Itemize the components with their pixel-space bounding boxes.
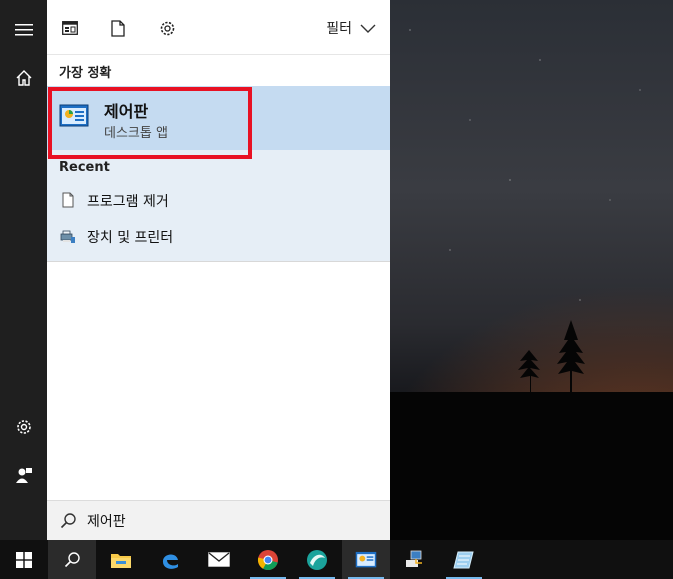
- taskbar-mail[interactable]: [195, 540, 243, 579]
- hamburger-icon: [14, 24, 33, 36]
- document-icon: [62, 192, 74, 208]
- gear-icon: [160, 21, 174, 35]
- taskbar-chrome[interactable]: [244, 540, 292, 579]
- search-box[interactable]: 제어판: [47, 500, 390, 541]
- windows-logo-icon: [16, 551, 32, 568]
- taskbar-file-explorer[interactable]: [97, 540, 145, 579]
- filter-dropdown[interactable]: 필터: [326, 18, 376, 38]
- search-icon: [60, 513, 76, 529]
- wallpaper-trees: [518, 320, 585, 394]
- recent-item-label: 프로그램 제거: [87, 194, 169, 210]
- apps-filter-button[interactable]: [60, 18, 80, 38]
- apps-icon: [62, 21, 78, 35]
- highlight-annotation-box: [48, 87, 252, 159]
- taskbar-search-button[interactable]: [48, 540, 96, 579]
- settings-filter-button[interactable]: [157, 18, 177, 38]
- folder-icon: [111, 553, 131, 568]
- home-icon: [16, 70, 31, 86]
- edge-browser-icon: [162, 553, 178, 569]
- chevron-down-icon: [360, 24, 376, 33]
- gear-icon: [16, 420, 31, 434]
- control-panel-icon: [355, 551, 377, 567]
- mail-icon: [208, 552, 230, 567]
- taskbar-network[interactable]: [391, 540, 439, 579]
- chrome-icon: [257, 549, 278, 570]
- home-button[interactable]: [0, 54, 47, 102]
- recent-item-devices-printers[interactable]: 장치 및 프린터: [47, 219, 390, 253]
- network-computer-icon: [406, 550, 422, 567]
- notepad-icon: [453, 551, 474, 568]
- taskbar: [0, 540, 673, 579]
- search-icon: [64, 552, 80, 568]
- wallpaper-ground: [390, 392, 673, 540]
- taskbar-edge[interactable]: [146, 540, 194, 579]
- settings-button[interactable]: [0, 403, 47, 451]
- expand-menu-button[interactable]: [0, 6, 47, 54]
- taskbar-notes[interactable]: [440, 540, 488, 579]
- app-swirl-icon: [307, 549, 327, 570]
- search-input[interactable]: 제어판: [87, 511, 126, 531]
- feedback-button[interactable]: [0, 451, 47, 499]
- taskbar-app[interactable]: [293, 540, 341, 579]
- filter-label: 필터: [326, 21, 352, 37]
- start-left-rail: [0, 0, 47, 540]
- document-icon: [111, 19, 125, 37]
- recent-header: Recent: [59, 160, 110, 175]
- recent-section: Recent 프로그램 제거 장치 및 프린터: [47, 150, 390, 262]
- recent-item-uninstall-program[interactable]: 프로그램 제거: [47, 183, 390, 217]
- documents-filter-button[interactable]: [108, 18, 128, 38]
- search-results-panel: 필터 가장 정확 제어판 데스크톱 앱 Recent 프로그램 제거 장치 및 …: [47, 0, 390, 541]
- recent-item-label: 장치 및 프린터: [87, 230, 174, 246]
- start-button[interactable]: [0, 540, 48, 579]
- person-feedback-icon: [15, 468, 32, 483]
- taskbar-control-panel[interactable]: [342, 540, 390, 579]
- panel-toolbar: 필터: [47, 0, 390, 55]
- devices-printers-icon: [60, 230, 75, 243]
- best-match-header: 가장 정확: [59, 66, 112, 81]
